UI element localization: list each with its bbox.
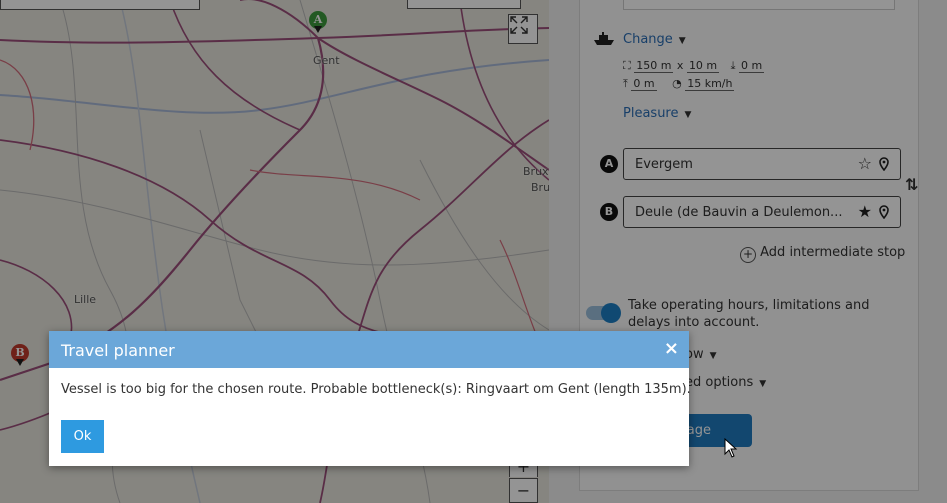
travel-planner-dialog: Travel planner × Vessel is too big for t… bbox=[49, 331, 691, 466]
dialog-header: Travel planner × bbox=[49, 331, 689, 368]
ok-button[interactable]: Ok bbox=[61, 420, 104, 453]
dialog-message: Vessel is too big for the chosen route. … bbox=[61, 382, 691, 397]
close-icon[interactable]: × bbox=[664, 338, 679, 359]
dialog-title: Travel planner bbox=[61, 341, 175, 360]
mouse-cursor-icon bbox=[724, 438, 738, 458]
